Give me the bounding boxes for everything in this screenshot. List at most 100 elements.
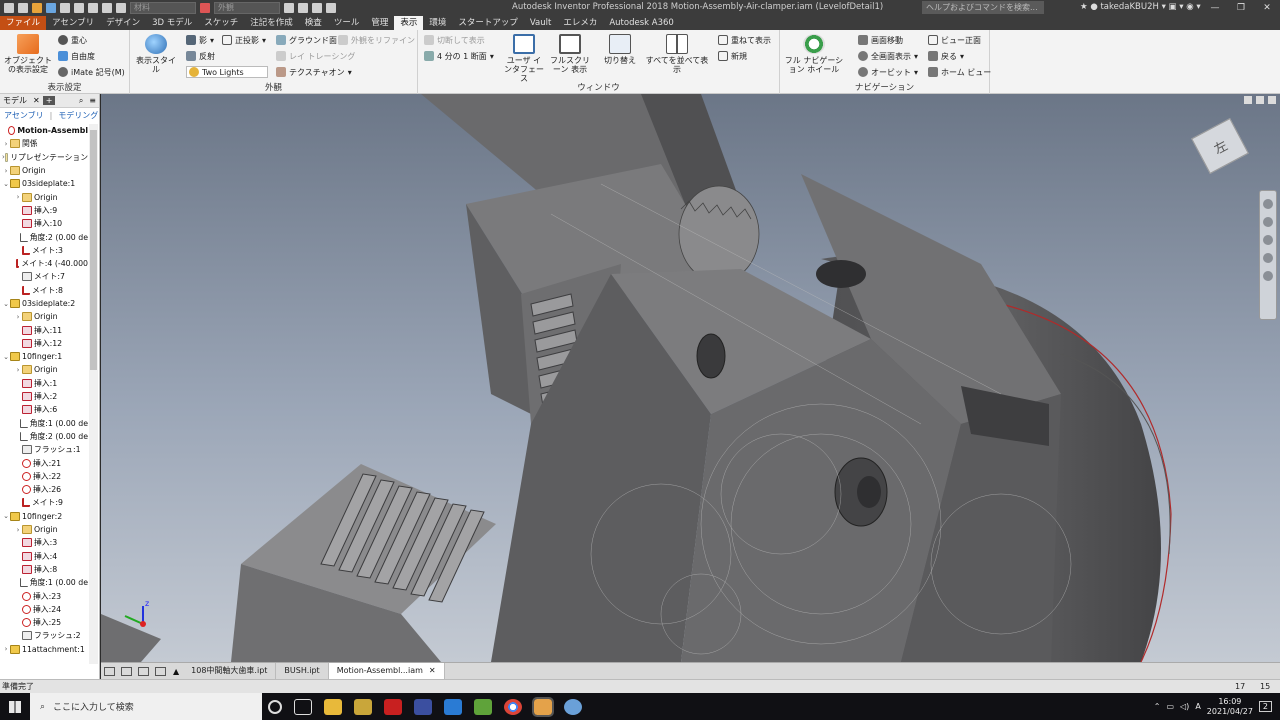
ribbon-tab[interactable]: 環境 bbox=[423, 16, 452, 30]
app-globe-icon[interactable] bbox=[564, 698, 582, 715]
expand-toggle-icon[interactable]: › bbox=[14, 366, 22, 374]
expand-toggle-icon[interactable]: ⌄ bbox=[2, 180, 10, 188]
visual-style-button[interactable]: 表示スタイル bbox=[134, 34, 178, 74]
ribbon-tab[interactable]: 表示 bbox=[394, 16, 424, 30]
tile-icon[interactable] bbox=[104, 666, 115, 676]
home-icon[interactable] bbox=[88, 3, 98, 13]
tree-node[interactable]: ⌄ 10finger:1 bbox=[0, 350, 88, 363]
select-icon[interactable] bbox=[102, 3, 112, 13]
ground-plane-button[interactable]: グラウンド面 ▾ bbox=[276, 34, 344, 46]
ray-tracing-button[interactable]: レイ トレーシング bbox=[276, 50, 355, 62]
look-at-button[interactable]: ビュー正面 bbox=[928, 34, 981, 46]
appearance-refine-button[interactable]: 外観をリファイン bbox=[338, 34, 415, 46]
tree-node[interactable]: 挿入:26 bbox=[0, 483, 88, 496]
expand-toggle-icon[interactable]: ⌄ bbox=[2, 300, 10, 308]
orbit-tool-icon[interactable] bbox=[1263, 253, 1273, 263]
expand-toggle-icon[interactable]: › bbox=[14, 313, 22, 321]
close-button[interactable]: ✕ bbox=[1254, 0, 1280, 16]
tree-node[interactable]: 挿入:24 bbox=[0, 603, 88, 616]
app-green-icon[interactable] bbox=[474, 698, 492, 715]
tree-node[interactable]: › Origin bbox=[0, 164, 88, 177]
tree-node[interactable]: › 11attachment:1 bbox=[0, 643, 88, 656]
viewport-restore-button[interactable] bbox=[1256, 96, 1264, 104]
home-view-button[interactable]: ホーム ビュー bbox=[928, 66, 991, 78]
browser-scroll-thumb[interactable] bbox=[90, 130, 97, 370]
tree-node[interactable]: 角度:2 (0.00 de bbox=[0, 430, 88, 443]
tree-node[interactable]: メイト:3 bbox=[0, 244, 88, 257]
graphics-viewport[interactable]: z 左 bbox=[101, 94, 1280, 662]
subtab-assembly[interactable]: アセンブリ bbox=[4, 110, 44, 121]
lighting-select[interactable]: Two Lights bbox=[186, 66, 268, 78]
tree-node[interactable]: メイト:8 bbox=[0, 284, 88, 297]
user-interface-button[interactable]: ユーザ インタフェース bbox=[504, 34, 544, 83]
clock[interactable]: 16:09 2021/04/27 bbox=[1207, 697, 1253, 717]
tab-model[interactable]: モデル bbox=[0, 95, 30, 106]
steering-wheel-icon[interactable] bbox=[1263, 199, 1273, 209]
half-section-button[interactable]: 切断して表示 bbox=[424, 34, 485, 46]
search-icon[interactable]: ⌕ bbox=[76, 96, 86, 106]
star-icon[interactable]: ★ bbox=[1080, 2, 1090, 12]
object-visibility-button[interactable]: オブジェクトの表示設定 bbox=[4, 34, 52, 74]
save-icon[interactable] bbox=[46, 3, 56, 13]
expand-toggle-icon[interactable]: › bbox=[2, 645, 10, 653]
cart-icon[interactable]: ▾ ▣ ▾ ◉ ▾ bbox=[1162, 2, 1201, 12]
tree-node[interactable]: › Origin bbox=[0, 363, 88, 376]
tree-node[interactable]: 挿入:21 bbox=[0, 456, 88, 469]
user-area[interactable]: ★ ● takedaKBU2H ▾ ▣ ▾ ◉ ▾ bbox=[1080, 2, 1201, 12]
quarter-section-button[interactable]: 4 分の 1 断面 ▾ bbox=[424, 50, 494, 62]
document-tab[interactable]: Motion-Assembl...iam ✕ bbox=[328, 663, 445, 679]
tree-node[interactable]: メイト:7 bbox=[0, 270, 88, 283]
appearance-combo[interactable]: 外観 bbox=[214, 2, 280, 14]
cascade-doc-icon[interactable] bbox=[121, 666, 132, 676]
tree-node[interactable]: › リプレゼンテーション bbox=[0, 151, 88, 164]
tree-node[interactable]: メイト:9 bbox=[0, 496, 88, 509]
ribbon-tab[interactable]: アセンブリ bbox=[46, 16, 100, 30]
inventor-icon[interactable] bbox=[532, 696, 554, 717]
expand-toggle-icon[interactable]: ⌄ bbox=[2, 353, 10, 361]
imate-button[interactable]: iMate 記号(M) bbox=[58, 66, 125, 78]
tree-node[interactable]: › Origin bbox=[0, 523, 88, 536]
task-view-icon[interactable] bbox=[294, 698, 312, 715]
ribbon-tab[interactable]: Autodesk A360 bbox=[603, 16, 679, 30]
add-icon[interactable]: + bbox=[42, 96, 56, 105]
explorer-icon[interactable] bbox=[324, 698, 342, 715]
ribbon-tab[interactable]: デザイン bbox=[100, 16, 146, 30]
new-icon[interactable] bbox=[18, 3, 28, 13]
clear-icon[interactable] bbox=[298, 3, 308, 13]
update-icon[interactable] bbox=[116, 3, 126, 13]
menu-icon[interactable]: ≡ bbox=[86, 96, 99, 105]
expand-toggle-icon[interactable]: › bbox=[14, 193, 22, 201]
cascade-button[interactable]: 重ねて表示 bbox=[718, 34, 771, 46]
viewport-close-button[interactable] bbox=[1268, 96, 1276, 104]
maximize-button[interactable]: ❐ bbox=[1228, 0, 1254, 16]
store-icon[interactable] bbox=[354, 698, 372, 715]
tree-node[interactable]: 角度:1 (0.00 de bbox=[0, 417, 88, 430]
color-icon[interactable] bbox=[284, 3, 294, 13]
tree-node[interactable]: メイト:4 (-40.000 bbox=[0, 257, 88, 270]
reflections-button[interactable]: 反射 bbox=[186, 50, 215, 62]
tree-node[interactable]: ⌄ 10finger:2 bbox=[0, 510, 88, 523]
start-button[interactable] bbox=[0, 693, 30, 720]
ribbon-tab[interactable]: 3D モデル bbox=[146, 16, 198, 30]
ribbon-tab[interactable]: ファイル bbox=[0, 16, 47, 30]
ribbon-tab[interactable]: 検査 bbox=[299, 16, 328, 30]
tree-node[interactable]: 挿入:11 bbox=[0, 323, 88, 336]
tree-node[interactable]: 挿入:4 bbox=[0, 550, 88, 563]
tree-node[interactable]: 挿入:1 bbox=[0, 377, 88, 390]
tray-people-icon[interactable]: ⌃ bbox=[1154, 702, 1161, 711]
tree-node[interactable]: 挿入:3 bbox=[0, 536, 88, 549]
document-tab[interactable]: BUSH.ipt bbox=[276, 663, 329, 679]
document-tab[interactable]: 108中間軸大歯車.ipt bbox=[183, 663, 277, 679]
tree-node[interactable]: Motion-Assembl bbox=[0, 124, 88, 137]
tree-node[interactable]: 角度:2 (0.00 de bbox=[0, 230, 88, 243]
arrange-all-button[interactable]: すべてを並べて表示 bbox=[644, 34, 710, 74]
app-menu-icon[interactable] bbox=[4, 3, 14, 13]
close-icon[interactable]: ✕ bbox=[30, 96, 43, 105]
tree-node[interactable]: 挿入:22 bbox=[0, 470, 88, 483]
viewport-minimize-button[interactable] bbox=[1244, 96, 1252, 104]
tray-network-icon[interactable]: ▭ bbox=[1166, 702, 1174, 711]
texture-button[interactable]: テクスチャオン ▾ bbox=[276, 66, 352, 78]
shadows-button[interactable]: 影 ▾ bbox=[186, 34, 214, 46]
tree-node[interactable]: ⌄ 03sideplate:2 bbox=[0, 297, 88, 310]
user-name[interactable]: takedaKBU2H bbox=[1100, 2, 1158, 12]
